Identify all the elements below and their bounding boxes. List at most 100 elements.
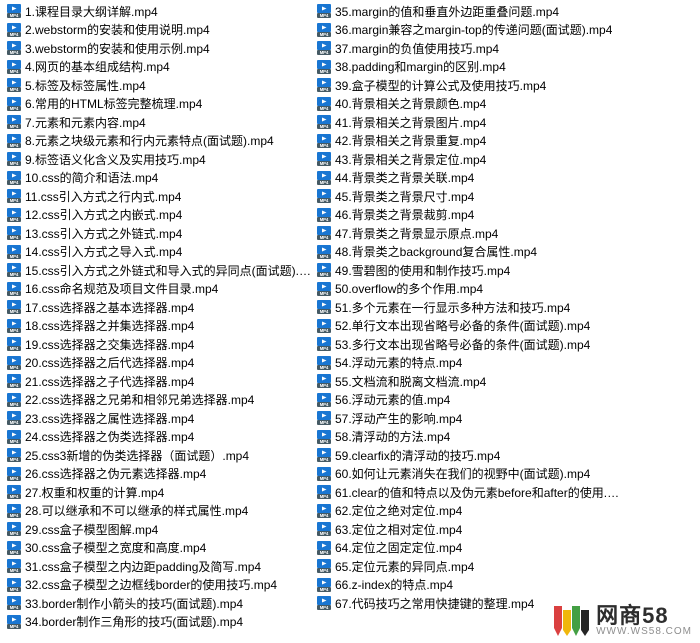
file-name-label: 63.定位之相对定位.mp4 (335, 521, 462, 538)
file-item[interactable]: MP434.border制作三角形的技巧(面试题).mp4 (4, 613, 314, 632)
file-item[interactable]: MP438.padding和margin的区别.mp4 (314, 58, 624, 77)
file-item[interactable]: MP49.标签语义化含义及实用技巧.mp4 (4, 150, 314, 169)
file-item[interactable]: MP4 22.css选择器之兄弟和相邻兄弟选择器.mp4 (4, 391, 314, 410)
file-item[interactable]: MP449.雪碧图的使用和制作技巧.mp4 (314, 261, 624, 280)
file-item[interactable]: MP431.css盒子模型之内边距padding及简写.mp4 (4, 557, 314, 576)
file-item[interactable]: MP428.可以继承和不可以继承的样式属性.mp4 (4, 502, 314, 521)
file-item[interactable]: MP435.margin的值和垂直外边距重叠问题.mp4 (314, 2, 624, 21)
file-item[interactable]: MP425.css3新增的伪类选择器（面试题）.mp4 (4, 446, 314, 465)
file-item[interactable]: MP43.webstorm的安装和使用示例.mp4 (4, 39, 314, 58)
mp4-file-icon: MP4 (6, 244, 22, 260)
file-item[interactable]: MP412.css引入方式之内嵌式.mp4 (4, 206, 314, 225)
file-item[interactable]: MP465.定位元素的异同点.mp4 (314, 557, 624, 576)
file-item[interactable]: MP41.课程目录大纲详解.mp4 (4, 2, 314, 21)
file-item[interactable]: MP446.背景类之背景裁剪.mp4 (314, 206, 624, 225)
file-item[interactable]: MP447.背景类之背景显示原点.mp4 (314, 224, 624, 243)
file-item[interactable]: MP459.clearfix的清浮动的技巧.mp4 (314, 446, 624, 465)
file-item[interactable]: MP460.如何让元素消失在我们的视野中(面试题).mp4 (314, 465, 624, 484)
svg-text:MP4: MP4 (320, 124, 329, 129)
file-name-label: 38.padding和margin的区别.mp4 (335, 58, 506, 75)
mp4-file-icon: MP4 (316, 558, 332, 574)
file-item[interactable]: MP424.css选择器之伪类选择器.mp4 (4, 428, 314, 447)
mp4-file-icon: MP4 (316, 540, 332, 556)
file-item[interactable]: MP455.文档流和脱离文档流.mp4 (314, 372, 624, 391)
mp4-file-icon: MP4 (6, 281, 22, 297)
file-item[interactable]: MP42.webstorm的安装和使用说明.mp4 (4, 21, 314, 40)
file-item[interactable]: MP47.元素和元素内容.mp4 (4, 113, 314, 132)
watermark-url: WWW.WS58.COM (596, 627, 692, 637)
svg-text:MP4: MP4 (10, 328, 19, 333)
svg-text:MP4: MP4 (10, 402, 19, 407)
file-item[interactable]: MP410.css的简介和语法.mp4 (4, 169, 314, 188)
file-item[interactable]: MP4 62.定位之绝对定位.mp4 (314, 502, 624, 521)
file-item[interactable]: MP450.overflow的多个作用.mp4 (314, 280, 624, 299)
file-item[interactable]: MP416.css命名规范及项目文件目录.mp4 (4, 280, 314, 299)
file-item[interactable]: MP418.css选择器之并集选择器.mp4 (4, 317, 314, 336)
svg-text:MP4: MP4 (10, 494, 19, 499)
file-item[interactable]: MP457.浮动产生的影响.mp4 (314, 409, 624, 428)
file-item[interactable]: MP448.背景类之background复合属性.mp4 (314, 243, 624, 262)
file-item[interactable]: MP420.css选择器之后代选择器.mp4 (4, 354, 314, 373)
svg-text:MP4: MP4 (10, 291, 19, 296)
file-name-label: 22.css选择器之兄弟和相邻兄弟选择器.mp4 (25, 391, 254, 408)
file-item[interactable]: MP430.css盒子模型之宽度和高度.mp4 (4, 539, 314, 558)
file-name-label: 40.背景相关之背景颜色.mp4 (335, 95, 486, 112)
file-item[interactable]: MP44.网页的基本组成结构.mp4 (4, 58, 314, 77)
mp4-file-icon: MP4 (6, 577, 22, 593)
file-item[interactable]: MP415.css引入方式之外链式和导入式的异同点(面试题).mp4 (4, 261, 314, 280)
svg-text:MP4: MP4 (10, 346, 19, 351)
file-item[interactable]: MP452.单行文本出现省略号必备的条件(面试题).mp4 (314, 317, 624, 336)
file-item[interactable]: MP432.css盒子模型之边框线border的使用技巧.mp4 (4, 576, 314, 595)
file-item[interactable]: MP441.背景相关之背景图片.mp4 (314, 113, 624, 132)
file-item[interactable]: MP417.css选择器之基本选择器.mp4 (4, 298, 314, 317)
file-name-label: 12.css引入方式之内嵌式.mp4 (25, 206, 182, 223)
file-item[interactable]: MP45.标签及标签属性.mp4 (4, 76, 314, 95)
file-item[interactable]: MP442.背景相关之背景重复.mp4 (314, 132, 624, 151)
file-item[interactable]: MP48.元素之块级元素和行内元素特点(面试题).mp4 (4, 132, 314, 151)
file-item[interactable]: MP426.css选择器之伪元素选择器.mp4 (4, 465, 314, 484)
file-item[interactable]: MP437.margin的负值使用技巧.mp4 (314, 39, 624, 58)
file-name-label: 47.背景类之背景显示原点.mp4 (335, 225, 498, 242)
svg-text:MP4: MP4 (320, 87, 329, 92)
file-item[interactable]: MP453.多行文本出现省略号必备的条件(面试题).mp4 (314, 335, 624, 354)
svg-text:MP4: MP4 (10, 531, 19, 536)
mp4-file-icon: MP4 (6, 188, 22, 204)
file-item[interactable]: MP464.定位之固定定位.mp4 (314, 539, 624, 558)
file-item[interactable]: MP414.css引入方式之导入式.mp4 (4, 243, 314, 262)
file-name-label: 62.定位之绝对定位.mp4 (335, 502, 462, 519)
file-item[interactable]: MP463.定位之相对定位.mp4 (314, 520, 624, 539)
file-item[interactable]: MP413.css引入方式之外链式.mp4 (4, 224, 314, 243)
file-name-label: 14.css引入方式之导入式.mp4 (25, 243, 182, 260)
mp4-file-icon: MP4 (316, 188, 332, 204)
file-item[interactable]: MP421.css选择器之子代选择器.mp4 (4, 372, 314, 391)
mp4-file-icon: MP4 (316, 503, 332, 519)
file-name-label: 1.课程目录大纲详解.mp4 (25, 3, 158, 20)
file-item[interactable]: MP466.z-index的特点.mp4 (314, 576, 624, 595)
file-item[interactable]: MP458.清浮动的方法.mp4 (314, 428, 624, 447)
file-name-label: 43.背景相关之背景定位.mp4 (335, 151, 486, 168)
svg-text:MP4: MP4 (10, 513, 19, 518)
file-item[interactable]: MP440.背景相关之背景颜色.mp4 (314, 95, 624, 114)
file-item[interactable]: MP456.浮动元素的值.mp4 (314, 391, 624, 410)
svg-text:MP4: MP4 (320, 513, 329, 518)
mp4-file-icon: MP4 (6, 503, 22, 519)
file-item[interactable]: MP443.背景相关之背景定位.mp4 (314, 150, 624, 169)
file-item[interactable]: MP444.背景类之背景关联.mp4 (314, 169, 624, 188)
file-item[interactable]: MP419.css选择器之交集选择器.mp4 (4, 335, 314, 354)
file-item[interactable]: MP439.盒子模型的计算公式及使用技巧.mp4 (314, 76, 624, 95)
file-item[interactable]: MP423.css选择器之属性选择器.mp4 (4, 409, 314, 428)
file-item[interactable]: MP411.css引入方式之行内式.mp4 (4, 187, 314, 206)
file-item[interactable]: MP436.margin兼容之margin-top的传递问题(面试题).mp4 (314, 21, 624, 40)
file-item[interactable]: MP429.css盒子模型图解.mp4 (4, 520, 314, 539)
file-item[interactable]: MP46.常用的HTML标签完整梳理.mp4 (4, 95, 314, 114)
file-item[interactable]: MP454.浮动元素的特点.mp4 (314, 354, 624, 373)
file-item[interactable]: MP461.clear的值和特点以及伪元素before和after的使用.mp4 (314, 483, 624, 502)
svg-text:MP4: MP4 (320, 291, 329, 296)
watermark-title: 网商58 (596, 605, 692, 627)
file-item[interactable]: MP433.border制作小箭头的技巧(面试题).mp4 (4, 594, 314, 613)
file-item[interactable]: MP427.权重和权重的计算.mp4 (4, 483, 314, 502)
file-item[interactable]: MP451.多个元素在一行显示多种方法和技巧.mp4 (314, 298, 624, 317)
file-item[interactable]: MP445.背景类之背景尺寸.mp4 (314, 187, 624, 206)
svg-text:MP4: MP4 (10, 587, 19, 592)
mp4-file-icon: MP4 (316, 577, 332, 593)
